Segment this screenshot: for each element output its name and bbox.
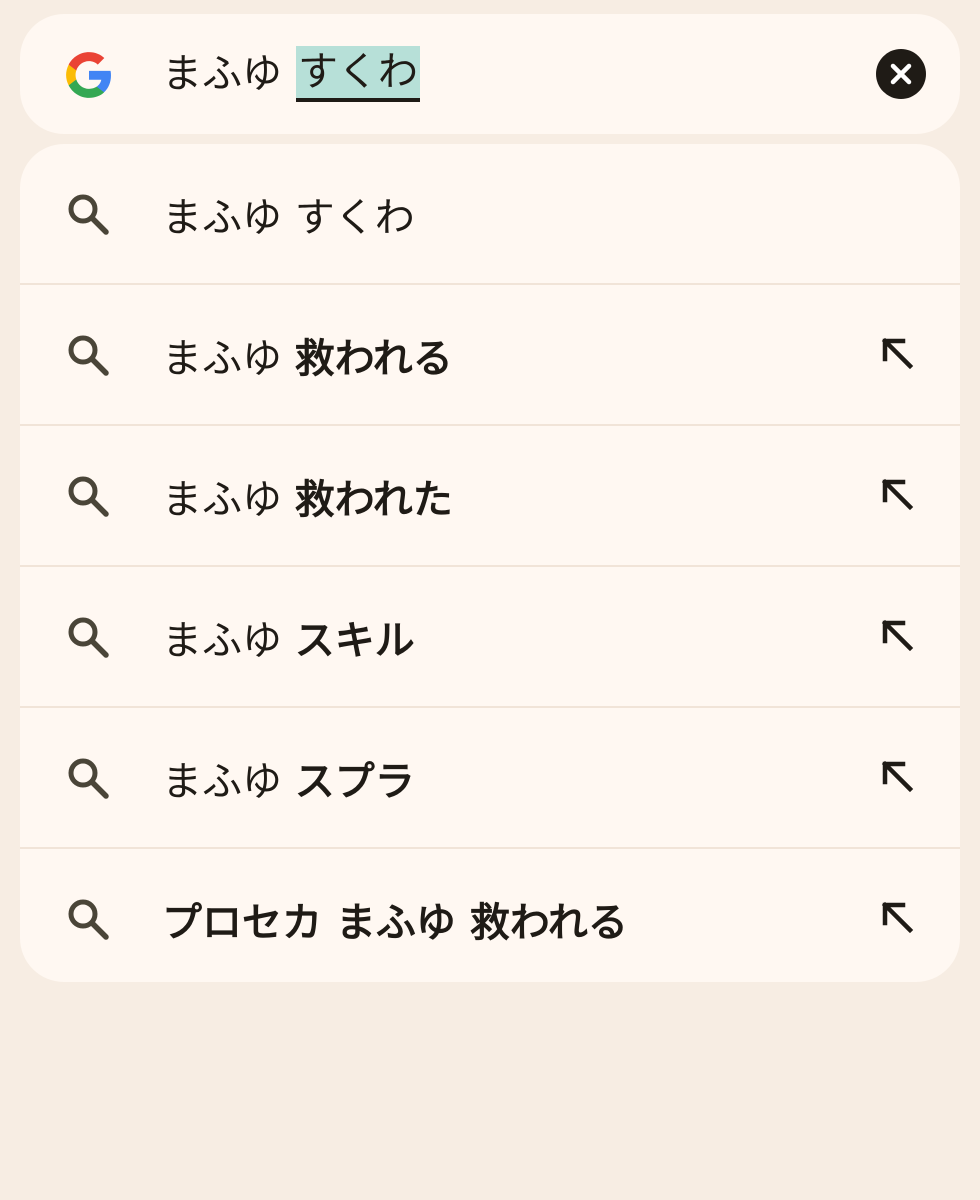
fill-query-arrow-icon[interactable]: [874, 894, 922, 942]
suggestion-completion: スプラ: [294, 758, 415, 805]
search-bar[interactable]: まふゆ すくわ: [20, 14, 960, 134]
search-icon: [68, 899, 109, 940]
search-query-text: まふゆ: [162, 51, 282, 97]
fill-query-arrow-icon[interactable]: [874, 612, 922, 660]
suggestion-row[interactable]: まふゆ スプラ: [20, 708, 960, 849]
suggestion-query-part: まふゆ: [162, 476, 282, 523]
suggestion-query-part: まふゆ: [162, 617, 282, 664]
search-icon: [68, 758, 109, 799]
suggestion-row[interactable]: まふゆ すくわ: [20, 144, 960, 285]
suggestion-list: まふゆ すくわ まふゆ 救われる まふゆ 救われた まふゆ スキル まふゆ スプ…: [20, 144, 960, 982]
suggestion-query-part: まふゆ すくわ: [162, 194, 415, 241]
suggestion-text: まふゆ スキル: [162, 567, 415, 706]
suggestion-text: まふゆ 救われた: [162, 426, 453, 565]
suggestion-query-part: まふゆ: [162, 335, 282, 382]
search-query-composing-text: すくわ: [296, 46, 420, 102]
suggestion-row[interactable]: まふゆ 救われた: [20, 426, 960, 567]
search-icon: [68, 476, 109, 517]
fill-query-arrow-icon[interactable]: [874, 471, 922, 519]
search-input[interactable]: まふゆ すくわ: [162, 44, 420, 104]
suggestion-completion: スキル: [294, 617, 415, 664]
search-icon: [68, 194, 109, 235]
suggestion-text: まふゆ 救われる: [162, 285, 453, 424]
suggestion-row[interactable]: まふゆ 救われる: [20, 285, 960, 426]
suggestion-completion: 救われた: [294, 476, 453, 523]
search-icon: [68, 335, 109, 376]
clear-button[interactable]: [876, 49, 926, 99]
search-icon: [68, 617, 109, 658]
fill-query-arrow-icon[interactable]: [874, 753, 922, 801]
suggestion-text: まふゆ スプラ: [162, 708, 415, 847]
suggestion-query-part: まふゆ: [162, 758, 282, 805]
suggestion-text: まふゆ すくわ: [162, 144, 415, 283]
suggestion-completion: プロセカ まふゆ 救われる: [162, 899, 628, 946]
suggestion-text: プロセカ まふゆ 救われる: [162, 849, 628, 982]
google-logo-icon: [66, 52, 111, 98]
suggestion-completion: 救われる: [294, 335, 453, 382]
fill-query-arrow-icon[interactable]: [874, 330, 922, 378]
close-icon: [890, 63, 912, 85]
suggestion-row[interactable]: プロセカ まふゆ 救われる: [20, 849, 960, 982]
suggestion-row[interactable]: まふゆ スキル: [20, 567, 960, 708]
